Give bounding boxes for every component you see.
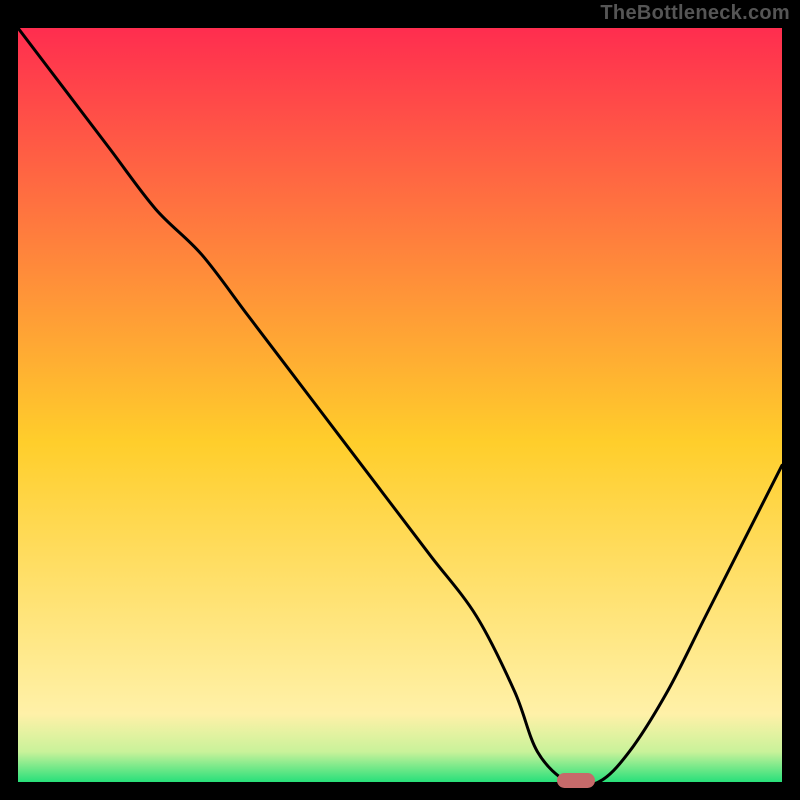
- chart-frame: TheBottleneck.com: [0, 0, 800, 800]
- optimal-marker: [557, 773, 595, 788]
- plot-area: [18, 28, 782, 782]
- chart-svg: [18, 28, 782, 782]
- watermark-text: TheBottleneck.com: [600, 2, 790, 25]
- gradient-background: [18, 28, 782, 782]
